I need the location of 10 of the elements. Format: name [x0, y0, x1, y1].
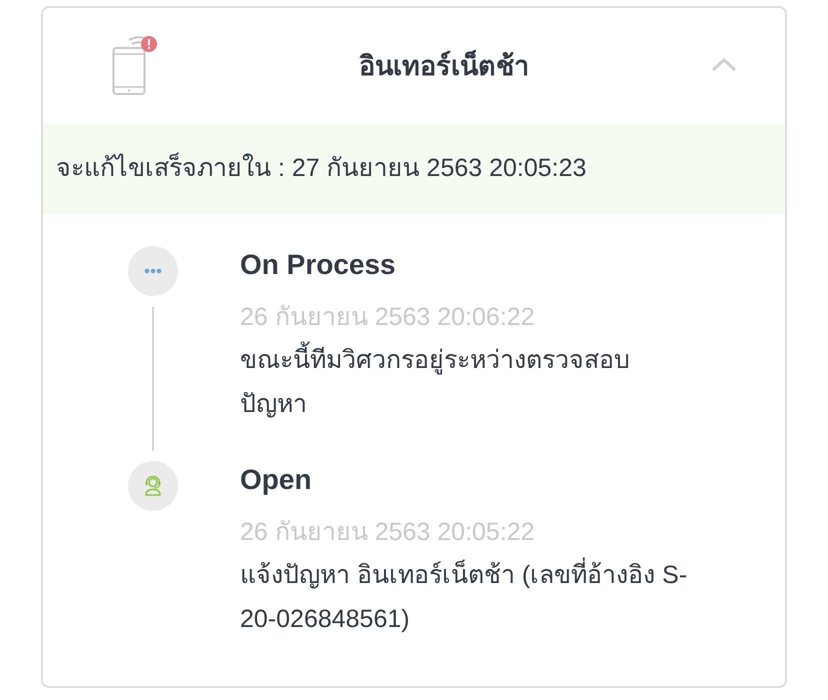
- chevron-up-icon[interactable]: [711, 58, 737, 72]
- due-date-text: จะแก้ไขเสร็จภายใน : 27 กันยายน 2563 20:05:23: [56, 152, 586, 184]
- more-dots-icon: [128, 246, 178, 296]
- header-title: อินเทอร์เน็ตช้า: [359, 49, 529, 83]
- status-title: Open: [240, 463, 313, 497]
- status-description: ขณะนี้ทีมวิศวกรอยู่ระหว่างตรวจสอบปัญหา: [240, 338, 692, 426]
- status-title: On Process: [240, 248, 397, 282]
- headset-person-icon: [128, 461, 178, 511]
- phone-wifi-alert-icon: [112, 34, 158, 96]
- status-description: แจ้งปัญหา อินเทอร์เน็ตช้า (เลขที่อ้างอิง S-20-026848561): [240, 553, 692, 641]
